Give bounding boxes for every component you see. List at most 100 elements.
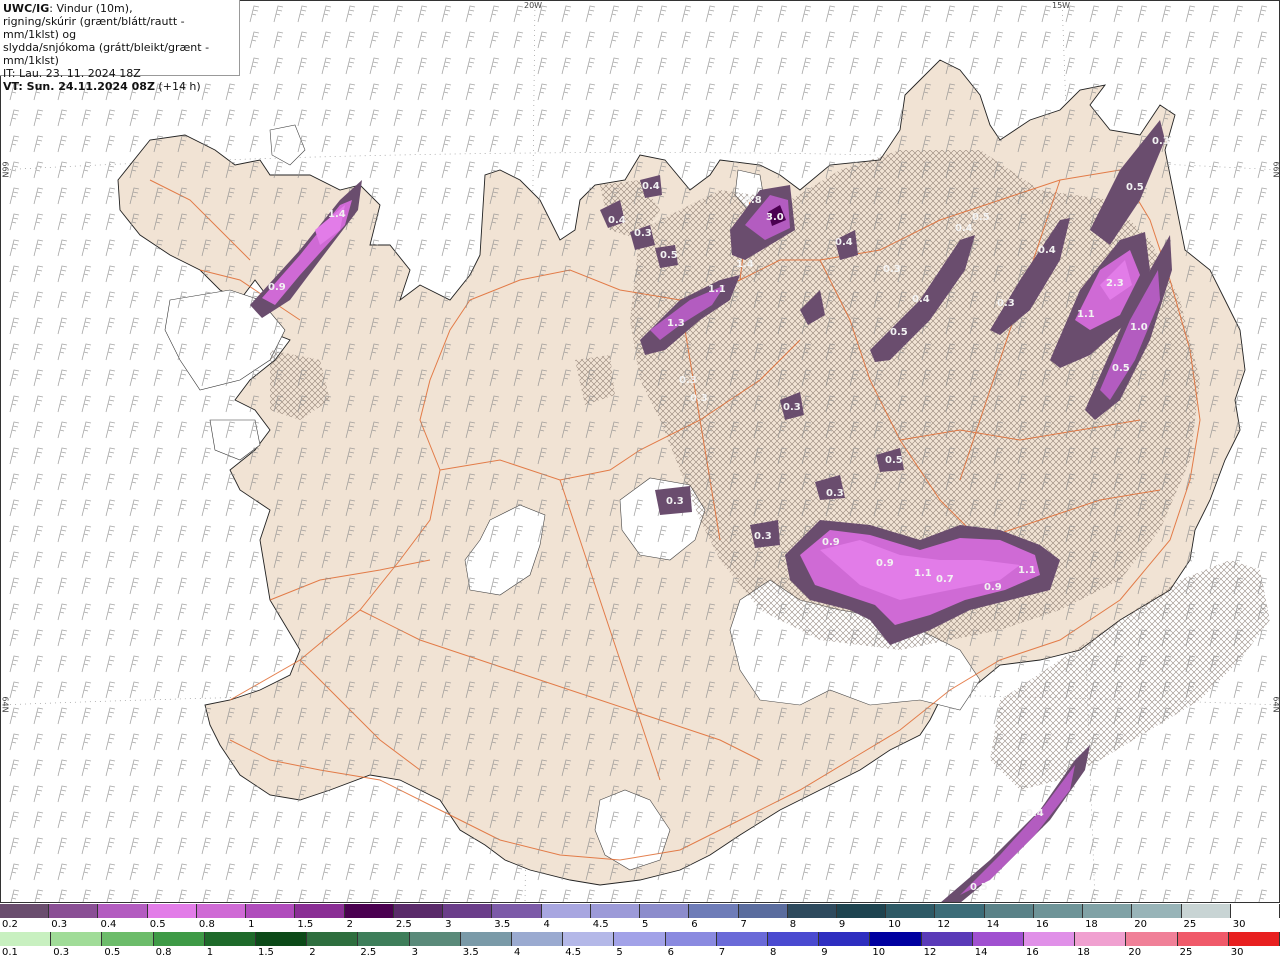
legend-label: 12 (937, 919, 951, 930)
legend-color-swatch (1126, 932, 1178, 946)
legend-label: 7 (718, 947, 726, 958)
legend-label: 8 (789, 919, 797, 930)
lon-label-15w: 15W (1052, 1, 1071, 10)
legend-label: 3 (445, 919, 452, 930)
legend-color-swatch (0, 904, 50, 918)
precip-label: 1.3 (667, 318, 685, 329)
precip-label: 0.8 (744, 195, 762, 206)
legend-color-swatch (921, 932, 973, 946)
legend-color-swatch (443, 904, 493, 918)
legend-label: 9 (821, 947, 828, 958)
legend-label: 14 (974, 947, 988, 958)
valid-time: VT: Sun. 24.11.2024 08Z (3, 80, 155, 93)
legend-color-swatch (1033, 904, 1084, 918)
legend-label: 0.3 (53, 947, 70, 958)
precip-label: 1.4 (736, 259, 754, 270)
legend-label: 20 (1134, 919, 1148, 930)
legend-color-swatch (51, 932, 103, 946)
legend-color-swatch (870, 932, 922, 946)
legend-color-swatch (563, 932, 615, 946)
legend-color-swatch (819, 932, 871, 946)
precip-label: 0.9 (876, 558, 894, 569)
map-title-rest: : Vindur (10m), (49, 2, 133, 15)
map-description-line-3: slydda/snjókoma (grátt/bleikt/grænt - mm… (3, 41, 210, 67)
legend-color-swatch (1083, 904, 1133, 918)
legend-color-swatch (665, 932, 717, 946)
legend-color-swatch (716, 932, 769, 946)
lon-label-20w: 20W (524, 1, 543, 10)
legend-color-swatch (153, 932, 205, 946)
precip-label: 0.9 (984, 582, 1002, 593)
legend-label: 2 (309, 947, 316, 958)
legend-label: 18 (1085, 919, 1098, 930)
legend-label: 8 (770, 947, 777, 958)
legend-label: 5 (616, 947, 623, 958)
legend-color-swatch (409, 932, 461, 946)
snow-legend-labels: 0.2 0.3 0.4 0.5 0.8 1 1.5 2 2.5 3 3.5 4 4.5 5 6 7 8 9 10 12… (0, 919, 1280, 931)
legend-label: 25 (1179, 947, 1193, 958)
precip-label: 0.5 (890, 327, 908, 338)
precip-label: 0.5 (885, 455, 903, 466)
legend-label: 0.8 (198, 919, 215, 930)
legend-label: 30 (1230, 947, 1244, 958)
precip-label: 1.1 (1018, 565, 1036, 576)
precip-label: 0.3 (666, 496, 684, 507)
legend-color-swatch (768, 932, 820, 946)
legend-label: 16 (1026, 947, 1039, 958)
legend-label: 2.5 (395, 919, 412, 930)
legend-color-swatch (98, 904, 148, 918)
rain-color-bar (0, 932, 1280, 946)
legend-label: 30 (1232, 919, 1246, 930)
legend-color-swatch (787, 904, 837, 918)
precip-label: 1.0 (1130, 322, 1148, 333)
precip-label: 0.5 (660, 250, 678, 261)
legend-label: 7 (740, 919, 747, 930)
snow-legend: 0.2 0.3 0.4 0.5 0.8 1 1.5 2 2.5 3 3.5 4 4.5 5 6 7 8 9 10 12… (0, 904, 1280, 931)
precip-label: 1.4 (328, 209, 346, 220)
legend-label: 0.2 (2, 919, 18, 930)
snow-color-bar (0, 904, 1280, 918)
legend-label: 12 (923, 947, 937, 958)
legend-label: 9 (838, 919, 846, 930)
precip-label: 0.4 (642, 181, 660, 192)
legend-label: 10 (872, 947, 886, 958)
precip-label: 0.3 (783, 402, 801, 413)
legend-color-swatch (358, 932, 410, 946)
precip-label: 0.3 (997, 298, 1015, 309)
issue-time: IT: Lau. 23. 11. 2024 18Z (3, 67, 141, 80)
weather-map: 1.4 0.9 0.4 0.4 0.3 0.5 0.8 3.0 1.4 1.1 … (0, 0, 1280, 903)
legend-color-swatch (590, 904, 641, 918)
legend-color-swatch (196, 904, 247, 918)
precip-label: 0.4 (1026, 808, 1044, 819)
precip-label: 0.4 (912, 294, 930, 305)
legend-color-swatch (1181, 904, 1231, 918)
legend-color-swatch (1132, 904, 1182, 918)
lat-label-64n-right: 64N (1271, 696, 1280, 713)
legend-label: 16 (1035, 919, 1049, 930)
map-info-box: UWC/IG: Vindur (10m), rigning/skúrir (gr… (0, 0, 240, 93)
legend-label: 10 (888, 919, 901, 930)
legend-color-swatch (344, 904, 394, 918)
legend-label: 5 (642, 919, 649, 930)
legend-label: 0.5 (149, 919, 166, 930)
forecast-offset: (+14 h) (154, 80, 201, 93)
legend-color-swatch (512, 932, 564, 946)
precip-label: 0.3 (826, 488, 844, 499)
precip-label: 0.7 (936, 574, 954, 585)
legend-color-swatch (935, 904, 985, 918)
precip-label: 0.9 (268, 282, 286, 293)
legend-color-swatch (147, 904, 197, 918)
legend-label: 4 (514, 947, 521, 958)
precip-label: 0.4 (608, 215, 626, 226)
legend-color-swatch (640, 904, 690, 918)
legend-label: 4.5 (565, 947, 582, 958)
legend-label: 3.5 (494, 919, 511, 930)
legend-label: 0.4 (100, 919, 117, 930)
legend-label: 14 (986, 919, 1000, 930)
legend-label: 1.5 (297, 919, 314, 930)
legend-color-swatch (972, 932, 1025, 946)
precip-label: 0.5 (970, 882, 988, 893)
legend-color-swatch (689, 904, 739, 918)
legend-label: 4 (543, 919, 550, 930)
legend-color-swatch (204, 932, 257, 946)
